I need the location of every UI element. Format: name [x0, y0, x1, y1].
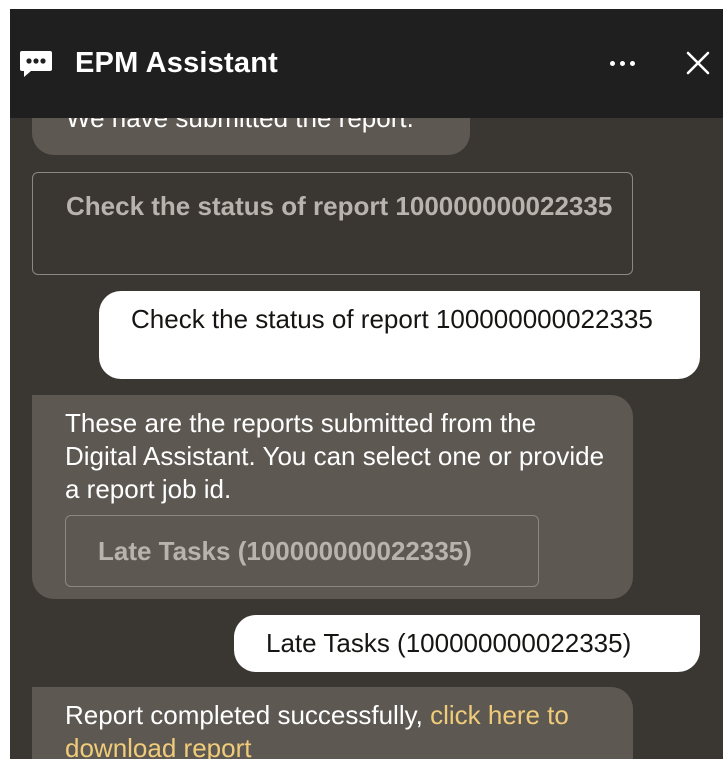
- check-status-button[interactable]: Check the status of report 1000000000223…: [32, 172, 633, 275]
- more-horizontal-icon: [609, 60, 615, 66]
- bot-message-text: Report completed successfully,: [65, 700, 431, 730]
- conversation-area[interactable]: We have submitted the report. Check the …: [10, 118, 723, 759]
- more-horizontal-icon: [629, 60, 635, 66]
- more-options-button[interactable]: [600, 49, 644, 77]
- assistant-title: EPM Assistant: [75, 47, 278, 79]
- bot-message-text: We have submitted the report.: [66, 118, 414, 133]
- bot-message-previous: We have submitted the report.: [32, 118, 470, 155]
- user-message: Late Tasks (100000000022335): [234, 615, 700, 672]
- chat-bubble-icon: [20, 50, 52, 77]
- close-icon[interactable]: [682, 47, 714, 79]
- bot-message-completed: Report completed successfully, click her…: [32, 687, 633, 759]
- assistant-panel: EPM Assistant We have submitted the repo…: [10, 9, 723, 759]
- more-horizontal-icon: [619, 60, 625, 66]
- user-message: Check the status of report 1000000000223…: [99, 291, 700, 379]
- bot-message-text: These are the reports submitted from the…: [65, 408, 605, 504]
- late-tasks-button[interactable]: Late Tasks (100000000022335): [65, 515, 539, 587]
